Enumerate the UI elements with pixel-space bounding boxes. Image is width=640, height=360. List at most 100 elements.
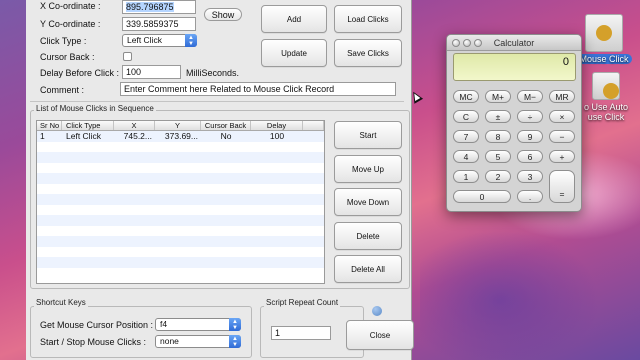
move-up-button[interactable]: Move Up (334, 155, 402, 183)
calculator-title: Calculator (493, 38, 535, 48)
start-stop-select[interactable]: none ▲ ▼ (155, 335, 241, 348)
add-button[interactable]: Add (261, 5, 327, 33)
key-6[interactable]: 6 (517, 150, 543, 163)
cell-click-type: Left Click (66, 131, 101, 141)
shortcut-keys-title: Shortcut Keys (34, 298, 88, 307)
key-7[interactable]: 7 (453, 130, 479, 143)
key-m-minus[interactable]: M− (517, 90, 543, 103)
calculator-display: 0 (453, 53, 576, 81)
document-icon (592, 72, 620, 100)
cursor-back-checkbox[interactable] (123, 52, 132, 61)
close-window-icon[interactable] (452, 39, 460, 47)
cell-sr-no: 1 (40, 131, 45, 141)
table-row-empty (37, 205, 324, 216)
key-3[interactable]: 3 (517, 170, 543, 183)
key-mc[interactable]: MC (453, 90, 479, 103)
app-icon (585, 14, 623, 52)
update-button[interactable]: Update (261, 39, 327, 67)
clicks-table[interactable]: Sr No Click Type X Y Cursor Back Delay 1… (36, 120, 325, 284)
move-down-button[interactable]: Move Down (334, 188, 402, 216)
cell-delay: 100 (269, 131, 285, 141)
comment-field[interactable]: Enter Comment here Related to Mouse Clic… (120, 82, 396, 96)
repeat-count-field[interactable]: 1 (271, 326, 331, 340)
y-coordinate-label: Y Co-ordinate : (40, 19, 101, 29)
y-coordinate-field[interactable]: 339.5859375 (122, 17, 196, 31)
key-m-plus[interactable]: M+ (485, 90, 511, 103)
table-row-empty (37, 247, 324, 258)
repeat-count-title: Script Repeat Count (264, 298, 341, 307)
delay-label: Delay Before Click : (40, 68, 120, 78)
key-equals[interactable]: = (549, 170, 575, 203)
calculator-window: Calculator 0 MC M+ M− MR C ± ÷ × 7 8 9 −… (446, 34, 582, 212)
cell-cursor-back: No (220, 131, 232, 141)
table-row[interactable]: 1 Left Click 745.2... 373.69... No 100 (37, 131, 324, 142)
delay-field[interactable]: 100 (122, 65, 181, 79)
key-1[interactable]: 1 (453, 170, 479, 183)
table-row-empty (37, 268, 324, 279)
table-row-empty (37, 257, 324, 268)
get-position-value: f4 (160, 319, 168, 329)
click-type-select[interactable]: Left Click ▲ ▼ (122, 34, 197, 47)
save-clicks-button[interactable]: Save Clicks (334, 39, 402, 67)
column-header-cursor-back[interactable]: Cursor Back (201, 121, 251, 130)
select-arrows-icon: ▲ ▼ (185, 34, 197, 47)
table-header: Sr No Click Type X Y Cursor Back Delay (37, 121, 324, 131)
key-9[interactable]: 9 (517, 130, 543, 143)
load-clicks-button[interactable]: Load Clicks (334, 5, 402, 33)
column-header-click-type[interactable]: Click Type (62, 121, 114, 130)
key-multiply[interactable]: × (549, 110, 575, 123)
cell-x: 745.2... (123, 131, 152, 141)
click-type-value: Left Click (127, 35, 162, 45)
status-indicator (372, 306, 382, 316)
table-row-empty (37, 226, 324, 237)
column-header-sr-no[interactable]: Sr No (37, 121, 62, 130)
column-header-x[interactable]: X (114, 121, 155, 130)
minimize-window-icon[interactable] (463, 39, 471, 47)
key-8[interactable]: 8 (485, 130, 511, 143)
zoom-window-icon[interactable] (474, 39, 482, 47)
show-button[interactable]: Show (204, 8, 242, 21)
delete-all-button[interactable]: Delete All (334, 255, 402, 283)
start-button[interactable]: Start (334, 121, 402, 149)
key-5[interactable]: 5 (485, 150, 511, 163)
table-row-empty (37, 163, 324, 174)
table-row-empty (37, 152, 324, 163)
key-4[interactable]: 4 (453, 150, 479, 163)
key-add[interactable]: + (549, 150, 575, 163)
wallpaper-shadow (420, 230, 600, 360)
get-position-label: Get Mouse Cursor Position : (40, 320, 154, 330)
close-button[interactable]: Close (346, 320, 414, 350)
delay-unit-label: MilliSeconds. (186, 68, 240, 78)
key-mr[interactable]: MR (549, 90, 575, 103)
table-row-empty (37, 142, 324, 153)
key-clear[interactable]: C (453, 110, 479, 123)
column-header-delay[interactable]: Delay (251, 121, 303, 130)
shortcut-keys-group (30, 306, 252, 358)
key-0[interactable]: 0 (453, 190, 511, 203)
cell-y: 373.69... (164, 131, 198, 141)
table-row-empty (37, 236, 324, 247)
calculator-titlebar[interactable]: Calculator (447, 35, 581, 51)
key-2[interactable]: 2 (485, 170, 511, 183)
start-stop-label: Start / Stop Mouse Clicks : (40, 337, 147, 347)
comment-label: Comment : (40, 85, 85, 95)
table-row-empty (37, 173, 324, 184)
x-coordinate-field[interactable]: 895.796875 (122, 0, 196, 14)
column-header-empty (303, 121, 324, 130)
column-header-y[interactable]: Y (155, 121, 201, 130)
table-body: 1 Left Click 745.2... 373.69... No 100 (37, 131, 324, 278)
select-arrows-icon: ▲ ▼ (229, 335, 241, 348)
key-plus-minus[interactable]: ± (485, 110, 511, 123)
key-divide[interactable]: ÷ (517, 110, 543, 123)
get-position-select[interactable]: f4 ▲ ▼ (155, 318, 241, 331)
key-decimal[interactable]: . (517, 190, 543, 203)
delete-button[interactable]: Delete (334, 222, 402, 250)
table-row-empty (37, 194, 324, 205)
click-type-label: Click Type : (40, 36, 87, 46)
auto-mouse-click-window: X Co-ordinate : 895.796875 Y Co-ordinate… (26, 0, 414, 360)
x-coordinate-label: X Co-ordinate : (40, 1, 101, 11)
key-subtract[interactable]: − (549, 130, 575, 143)
start-stop-value: none (160, 336, 179, 346)
cursor-back-label: Cursor Back : (40, 52, 95, 62)
table-row-empty (37, 215, 324, 226)
